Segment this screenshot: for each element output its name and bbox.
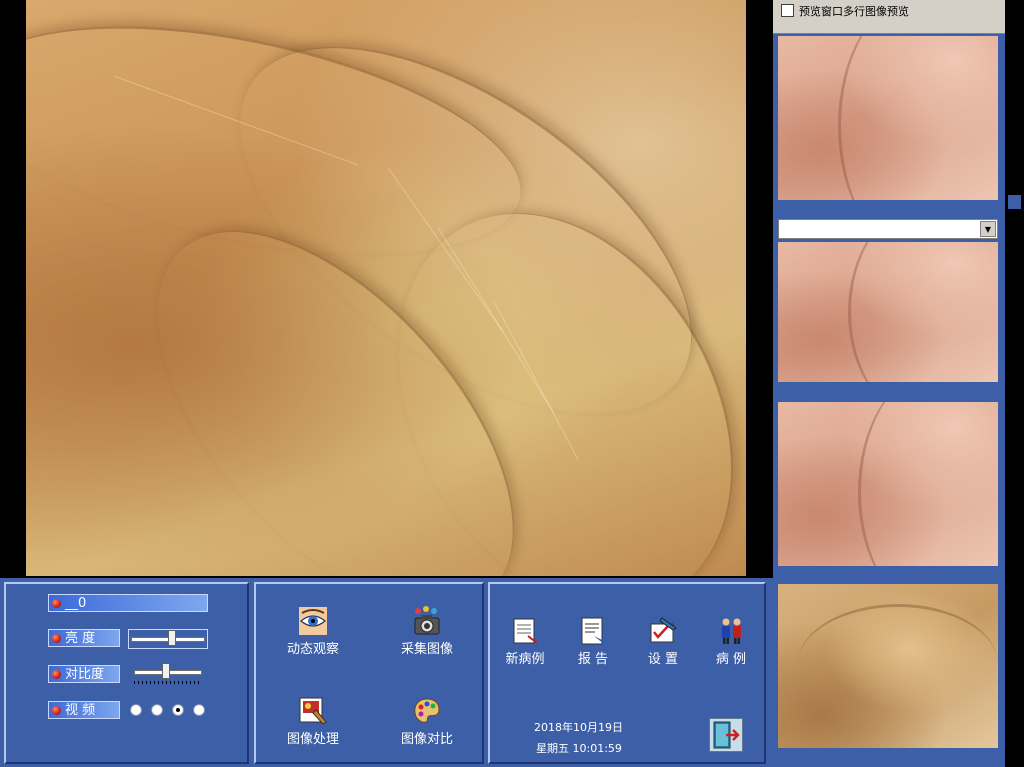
settings-icon	[648, 616, 678, 646]
report-icon	[578, 616, 608, 646]
live-view-button[interactable]: 动态观察	[280, 606, 346, 657]
contrast-text: 对比度	[65, 667, 105, 682]
current-time: 星期五 10:01:59	[536, 742, 622, 755]
exit-button[interactable]	[709, 718, 743, 752]
new-case-label: 新病例	[505, 652, 545, 667]
indicator-led-icon	[52, 706, 61, 715]
adjustment-panel: __0 亮 度 对比度 视 频	[4, 582, 249, 764]
thumb-fold	[848, 242, 998, 382]
eye-icon	[298, 606, 328, 636]
capture-image-label: 采集图像	[400, 642, 453, 657]
settings-button[interactable]: 设 置	[636, 616, 690, 667]
current-date: 2018年10月19日	[534, 721, 623, 734]
image-compare-button[interactable]: 图像对比	[394, 696, 460, 747]
indicator-led-icon	[52, 599, 61, 608]
slider-ticks	[134, 681, 202, 684]
new-record-icon	[510, 616, 540, 646]
brightness-label: 亮 度	[48, 629, 120, 647]
image-compare-label: 图像对比	[400, 732, 453, 747]
slider-knob[interactable]	[162, 663, 170, 679]
chevron-down-icon[interactable]: ▼	[980, 221, 996, 237]
image-processing-button[interactable]: 图像处理	[280, 696, 346, 747]
source-label[interactable]: __0	[48, 594, 208, 612]
report-label: 报 告	[577, 652, 609, 667]
slider-knob[interactable]	[168, 630, 176, 646]
preview-thumbnail-3[interactable]	[778, 402, 998, 566]
multi-row-preview-checkbox[interactable]	[781, 4, 794, 17]
preview-scrollbar[interactable]	[1005, 0, 1024, 767]
image-processing-label: 图像处理	[286, 732, 339, 747]
preview-thumbnail-2[interactable]	[778, 242, 998, 382]
indicator-led-icon	[52, 634, 61, 643]
thumb-fold	[858, 402, 998, 566]
brightness-slider[interactable]	[128, 629, 208, 649]
source-text: __0	[65, 596, 87, 611]
multi-row-preview-label: 预览窗口多行图像预览	[799, 5, 909, 18]
report-button[interactable]: 报 告	[566, 616, 620, 667]
camera-icon	[412, 606, 442, 636]
video-channel-radio[interactable]	[172, 704, 184, 716]
video-channel-radio[interactable]	[193, 704, 205, 716]
cases-label: 病 例	[715, 652, 747, 667]
preview-header: 预览窗口多行图像预览	[773, 0, 1005, 34]
video-channel-radio[interactable]	[130, 704, 142, 716]
preview-thumbnail-4[interactable]	[778, 584, 998, 748]
palette-icon	[412, 696, 442, 726]
contrast-label: 对比度	[48, 665, 120, 683]
preview-panel: 预览窗口多行图像预览 ▼	[773, 0, 1005, 767]
scrollbar-thumb[interactable]	[1008, 195, 1021, 209]
settings-label: 设 置	[647, 652, 679, 667]
video-text: 视 频	[65, 703, 96, 718]
new-case-button[interactable]: 新病例	[498, 616, 552, 667]
image-edit-icon	[298, 696, 328, 726]
video-channel-radio[interactable]	[151, 704, 163, 716]
contrast-slider[interactable]	[132, 663, 204, 684]
video-label: 视 频	[48, 701, 120, 719]
live-view-label: 动态观察	[286, 642, 339, 657]
thumb-fold	[798, 604, 998, 724]
live-image-view[interactable]	[26, 0, 746, 576]
preview-select[interactable]: ▼	[778, 219, 998, 239]
capture-image-button[interactable]: 采集图像	[394, 606, 460, 657]
thumb-fold	[838, 36, 998, 200]
preview-thumbnail-1[interactable]	[778, 36, 998, 200]
functions-panel: 动态观察 采集图像 图像处理 图像对比	[254, 582, 484, 764]
patients-icon	[716, 616, 746, 646]
indicator-led-icon	[52, 670, 61, 679]
cases-button[interactable]: 病 例	[704, 616, 758, 667]
brightness-text: 亮 度	[65, 631, 96, 646]
exit-door-icon	[713, 721, 740, 749]
